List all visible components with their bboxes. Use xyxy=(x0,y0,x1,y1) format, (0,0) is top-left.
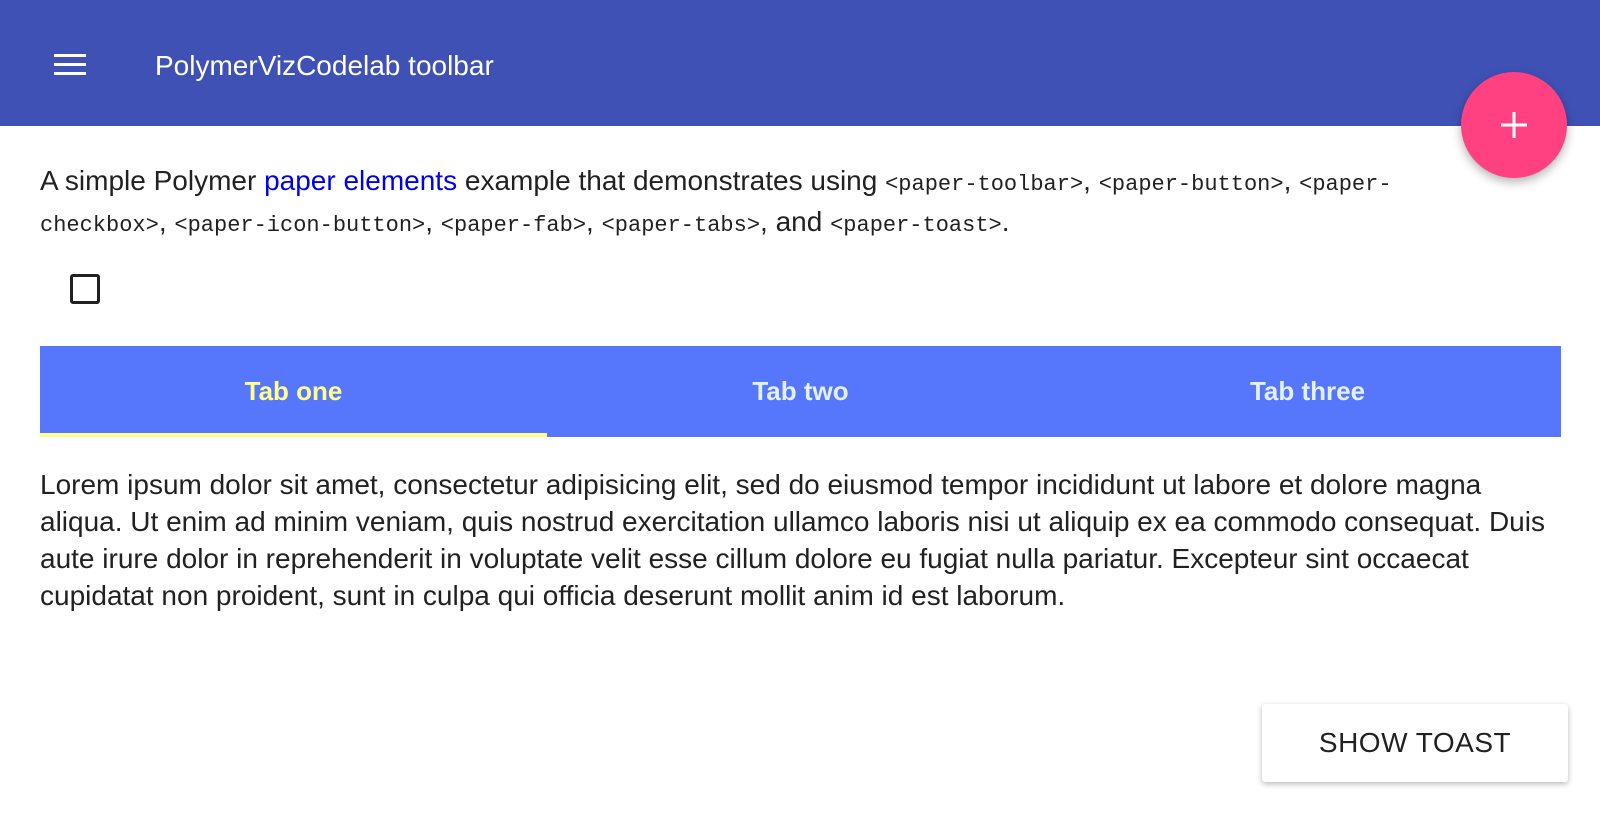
element-name: <paper-toolbar> xyxy=(885,172,1084,197)
intro-text: example that demonstrates using xyxy=(457,165,886,196)
menu-icon-bar xyxy=(54,72,86,75)
app-window: PolymerVizCodelab toolbar A simple Polym… xyxy=(0,0,1600,833)
element-name: <paper-button> xyxy=(1098,172,1284,197)
separator: , and xyxy=(760,206,831,237)
sentence-end: . xyxy=(1001,206,1010,237)
separator: , xyxy=(1083,165,1099,196)
tab-content-text: Lorem ipsum dolor sit amet, consectetur … xyxy=(40,469,1545,611)
show-toast-button[interactable]: SHOW TOAST xyxy=(1262,704,1568,782)
separator: , xyxy=(158,206,175,237)
paper-toolbar: PolymerVizCodelab toolbar xyxy=(0,0,1600,126)
tab-label: Tab one xyxy=(244,376,343,406)
paper-elements-link[interactable]: paper elements xyxy=(264,165,457,196)
tab-label: Tab two xyxy=(752,376,849,406)
plus-icon xyxy=(1501,112,1527,138)
intro-paragraph: A simple Polymer paper elements example … xyxy=(40,162,1480,244)
tab-two[interactable]: Tab two xyxy=(547,346,1054,437)
element-name: <paper-fab> xyxy=(440,213,587,238)
menu-button[interactable] xyxy=(48,47,92,83)
menu-icon-bar xyxy=(54,63,86,66)
paper-tabs: Tab one Tab two Tab three xyxy=(40,346,1561,437)
toolbar-title: PolymerVizCodelab toolbar xyxy=(155,50,494,81)
element-name: <paper-icon-button> xyxy=(174,213,426,238)
element-name: <paper-toast> xyxy=(830,213,1002,238)
tab-three[interactable]: Tab three xyxy=(1054,346,1561,437)
menu-icon-bar xyxy=(54,54,86,57)
separator: , xyxy=(586,206,602,237)
element-name: <paper-tabs> xyxy=(601,213,761,238)
paper-checkbox[interactable] xyxy=(70,274,100,304)
intro-text: A simple Polymer xyxy=(40,165,265,196)
separator: , xyxy=(425,206,441,237)
tab-one[interactable]: Tab one xyxy=(40,346,547,437)
separator: , xyxy=(1283,165,1300,196)
tab-label: Tab three xyxy=(1249,376,1366,406)
